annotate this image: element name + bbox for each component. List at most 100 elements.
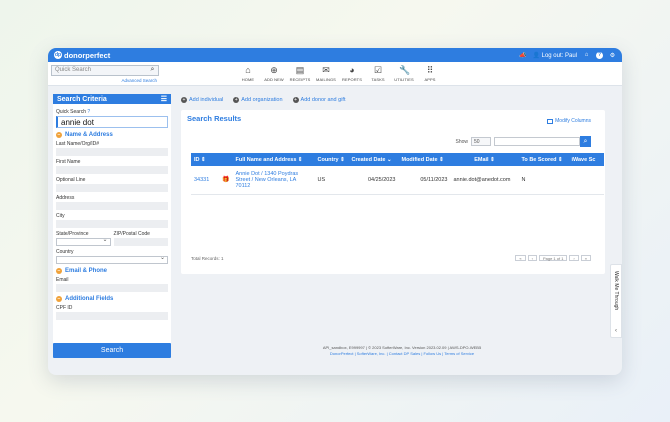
reports-icon: ◕	[349, 65, 355, 75]
nav-row: Quick Search ⌕ Advanced Search ⌂ HOME ⊕ …	[48, 62, 622, 86]
country-select[interactable]	[56, 254, 168, 264]
pagination: « ‹ Page 1 of 1 › »	[515, 255, 591, 261]
col-icon	[219, 153, 233, 166]
address-field[interactable]	[56, 202, 168, 210]
modified-cell: 05/11/2023	[398, 166, 451, 195]
name-address-section[interactable]: − Name & Address	[56, 132, 168, 138]
plus-icon: +	[181, 97, 187, 103]
quick-search-field[interactable]: annie dot	[56, 116, 168, 128]
col-to-be-scored[interactable]: To Be Scored ⇕	[518, 153, 569, 166]
menu-reports[interactable]: ◕ REPORTS	[339, 65, 365, 82]
total-records: Total Records: 1	[191, 256, 224, 261]
add-organization-link[interactable]: + Add organization	[233, 97, 283, 103]
logo-text: donorperfect	[64, 50, 111, 60]
modify-columns-link[interactable]: Modify Columns	[547, 118, 591, 124]
columns-icon	[547, 118, 554, 124]
chevron-left-icon: ‹	[615, 328, 617, 334]
optional-line-label: Optional Line	[56, 177, 86, 183]
logo-mark-icon: dp	[54, 51, 62, 59]
footer: API_sandbox, E999997 | © 2023 SofterWare…	[298, 345, 506, 357]
address-label: Address	[56, 195, 75, 201]
zip-label: ZIP/Postal Code	[113, 231, 150, 237]
logout-link[interactable]: 👤 Log out: Paul	[532, 52, 577, 59]
col-created[interactable]: Created Date ⌄	[348, 153, 399, 166]
apps-icon: ⠿	[426, 65, 434, 75]
last-page-button[interactable]: »	[580, 255, 591, 261]
gear-icon[interactable]: ⚙	[609, 52, 616, 59]
to-be-scored-cell: N	[518, 166, 569, 195]
page-size-select[interactable]: 50	[471, 137, 491, 146]
main-menu: ⌂ HOME ⊕ ADD NEW ▤ RECEIPTS ✉ MAILINGS ◕…	[235, 65, 443, 82]
collapse-icon: −	[56, 268, 62, 274]
advanced-search-link[interactable]: Advanced Search	[121, 78, 157, 83]
utilities-icon: 🔧	[399, 65, 411, 75]
search-icon[interactable]: ⌕	[148, 66, 157, 75]
collapse-icon: −	[56, 296, 62, 302]
cpf-field[interactable]	[56, 312, 168, 320]
col-email[interactable]: EMail ⇕	[450, 153, 519, 166]
main-content: + Add individual + Add organization + Add d…	[181, 94, 621, 274]
add-donor-gift-link[interactable]: + Add donor and gift	[292, 97, 345, 103]
show-label: Show	[455, 138, 468, 145]
megaphone-icon[interactable]: 📣	[519, 52, 526, 59]
first-page-button[interactable]: «	[515, 255, 526, 261]
city-field[interactable]	[56, 220, 168, 228]
col-name-address[interactable]: Full Name and Address ⇕	[232, 153, 315, 166]
lastname-label: Last Name/Org/ID#	[56, 141, 100, 147]
iwave-cell	[568, 166, 604, 195]
gift-icon[interactable]: 🎁	[222, 177, 229, 183]
action-links: + Add individual + Add organization + Add d…	[181, 94, 621, 106]
hamburger-menu-icon[interactable]: ☰	[161, 95, 167, 103]
menu-home[interactable]: ⌂ HOME	[235, 65, 261, 82]
search-criteria-panel: Search Criteria ☰ Quick Search ? annie d…	[53, 94, 171, 370]
search-icon[interactable]: ⌕	[580, 136, 591, 147]
menu-add-new[interactable]: ⊕ ADD NEW	[261, 65, 287, 82]
menu-mailings[interactable]: ✉ MAILINGS	[313, 65, 339, 82]
search-results-panel: Search Results Modify Columns Show 50 ⌕ …	[181, 110, 605, 274]
optional-line-field[interactable]	[56, 184, 168, 192]
quick-search-input[interactable]: Quick Search	[51, 64, 159, 76]
home-icon[interactable]: ⌂	[583, 52, 590, 59]
page-info: Page 1 of 1	[538, 255, 568, 261]
prev-page-button[interactable]: ‹	[527, 255, 537, 261]
search-criteria-header: Search Criteria ☰	[53, 94, 171, 104]
country-cell: US	[314, 166, 349, 195]
menu-apps[interactable]: ⠿ APPS	[417, 65, 443, 82]
menu-receipts[interactable]: ▤ RECEIPTS	[287, 65, 313, 82]
menu-utilities[interactable]: 🔧 UTILITIES	[391, 65, 417, 82]
state-select[interactable]	[56, 236, 111, 246]
add-individual-link[interactable]: + Add individual	[181, 97, 223, 103]
zip-field[interactable]	[113, 238, 168, 246]
receipts-icon: ▤	[295, 65, 305, 75]
col-country[interactable]: Country ⇕	[314, 153, 349, 166]
footer-links[interactable]: DonorPerfect | SofterWare, Inc. | Contac…	[298, 351, 506, 357]
email-phone-section[interactable]: − Email & Phone	[56, 268, 168, 274]
help-icon[interactable]: ?	[596, 51, 603, 59]
col-iwave[interactable]: iWave Sc	[568, 153, 604, 166]
help-icon[interactable]: ?	[87, 109, 90, 115]
col-modified[interactable]: Modified Date ⇕	[398, 153, 451, 166]
city-label: City	[56, 213, 65, 219]
tasks-icon: ☑	[373, 65, 383, 75]
next-page-button[interactable]: ›	[569, 255, 579, 261]
logo[interactable]: dp donorperfect	[54, 51, 110, 60]
search-results-title: Search Results	[187, 114, 242, 123]
email-field[interactable]	[56, 284, 168, 292]
name-address-link[interactable]: Annie Dot / 1340 Poydras Street / New Or…	[232, 166, 315, 195]
menu-tasks[interactable]: ☑ TASKS	[365, 65, 391, 82]
mailings-icon: ✉	[322, 65, 330, 75]
results-filter-input[interactable]	[494, 137, 580, 146]
app-window: dp donorperfect 📣 👤 Log out: Paul ⌂ ? ⚙ …	[48, 48, 622, 375]
col-id[interactable]: ID ⇕	[191, 153, 219, 166]
record-id-link[interactable]: 34331	[191, 166, 219, 195]
firstname-field[interactable]	[56, 166, 168, 174]
results-table: ID ⇕ Full Name and Address ⇕ Country ⇕ C…	[191, 153, 604, 195]
quick-search-label: Quick Search ?	[56, 109, 91, 115]
search-button[interactable]: Search	[53, 343, 171, 358]
lastname-field[interactable]	[56, 148, 168, 156]
plus-icon: +	[233, 97, 240, 103]
walkme-tab[interactable]: Walk Me Through ‹	[610, 264, 622, 338]
table-row[interactable]: 34331 🎁 Annie Dot / 1340 Poydras Street …	[191, 166, 604, 195]
additional-fields-section[interactable]: − Additional Fields	[56, 296, 168, 302]
firstname-label: First Name	[56, 159, 81, 165]
